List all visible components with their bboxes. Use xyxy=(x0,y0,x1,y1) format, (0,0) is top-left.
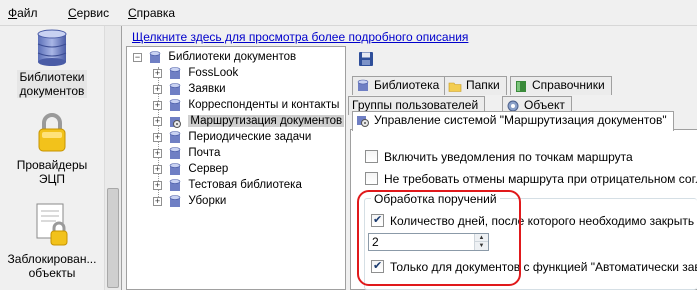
tree-node-root[interactable]: − Библиотеки документов xyxy=(133,50,296,64)
expand-icon[interactable]: + xyxy=(153,196,162,206)
tab-library[interactable]: Библиотека xyxy=(352,76,447,95)
tab-label: Группы пользователей xyxy=(352,98,479,112)
auto-complete-only-checkbox[interactable] xyxy=(371,259,384,273)
database-icon xyxy=(169,82,181,95)
nav-item-document-libraries[interactable]: Библиотеки документов xyxy=(0,28,104,98)
database-icon xyxy=(37,29,67,66)
nav-item-label: Библиотеки документов xyxy=(17,70,87,98)
tab-label: Управление системой "Маршрутизация докум… xyxy=(374,113,667,127)
tree-node-correspondents[interactable]: + Корреспонденты и контакты xyxy=(153,98,339,112)
tab-reference-books[interactable]: Справочники xyxy=(510,76,612,95)
details-link[interactable]: Щелкните здесь для просмотра более подро… xyxy=(132,30,468,44)
tree-node-label: Корреспонденты и контакты xyxy=(188,99,340,111)
expand-icon[interactable]: + xyxy=(153,148,162,158)
expand-icon[interactable]: + xyxy=(153,132,162,142)
routing-icon xyxy=(170,116,182,128)
menu-bar: Файл Сервис Справка xyxy=(0,0,697,26)
nav-item-locked-objects[interactable]: Заблокирован... объекты xyxy=(0,202,104,280)
no-cancel-route-label: Не требовать отмены маршрута при отрицат… xyxy=(384,172,697,186)
auto-complete-only-label: Только для документов с функцией "Автома… xyxy=(390,260,697,274)
database-icon xyxy=(169,98,181,111)
tree-node-label: Маршрутизация документов xyxy=(188,115,345,127)
tree-node-label: Периодические задачи xyxy=(188,131,312,143)
tree-node-label: FossLook xyxy=(188,67,239,79)
expand-icon[interactable]: + xyxy=(153,84,162,94)
nav-item-label: Провайдеры ЭЦП xyxy=(16,158,88,186)
database-icon xyxy=(169,66,181,79)
database-icon xyxy=(149,50,161,63)
expand-icon[interactable]: + xyxy=(153,116,162,126)
scrollbar-thumb[interactable] xyxy=(107,188,119,288)
tree-node-label: Тестовая библиотека xyxy=(188,179,302,191)
nav-item-label: Заблокирован... объекты xyxy=(7,252,97,280)
menu-file[interactable]: Файл xyxy=(8,6,38,20)
tab-label: Библиотека xyxy=(374,78,440,92)
database-icon xyxy=(357,79,369,91)
tab-label: Объект xyxy=(524,98,565,112)
no-cancel-route-checkbox[interactable] xyxy=(365,172,378,185)
tree-node-server[interactable]: + Сервер xyxy=(153,162,228,176)
tree-node-label: Сервер xyxy=(188,163,229,175)
book-icon xyxy=(516,80,526,92)
close-after-days-label: Количество дней, после которого необходи… xyxy=(390,214,697,228)
database-icon xyxy=(169,162,181,175)
padlock-icon xyxy=(38,113,66,152)
tree-node-routing[interactable]: + Маршрутизация документов xyxy=(153,114,345,128)
description-link-bar: Щелкните здесь для просмотра более подро… xyxy=(122,26,697,46)
tab-label: Справочники xyxy=(532,78,605,92)
tree-node-label: Почта xyxy=(188,147,221,159)
database-icon xyxy=(169,146,181,159)
tree-node-requests[interactable]: + Заявки xyxy=(153,82,226,96)
tree-node-test-library[interactable]: + Тестовая библиотека xyxy=(153,178,302,192)
database-icon xyxy=(169,178,181,191)
stepper-up-icon[interactable]: ▲ xyxy=(475,234,488,242)
database-icon xyxy=(169,194,181,207)
tree-node-mail[interactable]: + Почта xyxy=(153,146,220,160)
left-scrollbar[interactable] xyxy=(104,26,121,290)
database-icon xyxy=(169,130,181,143)
collapse-icon[interactable]: − xyxy=(133,52,142,62)
folder-icon xyxy=(448,82,462,92)
save-icon[interactable] xyxy=(358,51,374,67)
stepper-down-icon[interactable]: ▼ xyxy=(475,242,488,250)
routing-icon xyxy=(357,115,369,127)
tree-node-fosslook[interactable]: + FossLook xyxy=(153,66,238,80)
expand-icon[interactable]: + xyxy=(153,164,162,174)
locked-document-icon xyxy=(36,203,68,246)
options-area: Включить уведомления по точкам маршрута … xyxy=(351,129,697,290)
menu-service[interactable]: Сервис xyxy=(68,6,109,20)
tab-routing-management[interactable]: Управление системой "Маршрутизация докум… xyxy=(352,111,674,131)
left-nav-panel: Библиотеки документов Провайдеры ЭЦП Забло… xyxy=(0,26,122,290)
tab-label: Папки xyxy=(466,78,500,92)
days-stepper[interactable]: 2 ▲ ▼ xyxy=(368,233,489,251)
expand-icon[interactable]: + xyxy=(153,100,162,110)
expand-icon[interactable]: + xyxy=(153,180,162,190)
menu-help[interactable]: Справка xyxy=(128,6,175,20)
notify-route-points-label: Включить уведомления по точкам маршрута xyxy=(384,150,633,164)
tab-folders[interactable]: Папки xyxy=(444,76,507,95)
tree-node-label: Заявки xyxy=(188,83,226,95)
group-title: Обработка поручений xyxy=(371,192,500,206)
tree-node-periodic-tasks[interactable]: + Периодические задачи xyxy=(153,130,311,144)
nav-item-eds-providers[interactable]: Провайдеры ЭЦП xyxy=(0,112,104,186)
days-value: 2 xyxy=(372,235,379,249)
library-tree: − Библиотеки документов + FossLook + Зая… xyxy=(126,46,346,290)
close-after-days-checkbox[interactable] xyxy=(371,213,384,227)
notify-route-points-checkbox[interactable] xyxy=(365,150,378,163)
expand-icon[interactable]: + xyxy=(153,68,162,78)
tree-node-cleanups[interactable]: + Уборки xyxy=(153,194,226,208)
tree-node-label: Уборки xyxy=(188,195,227,207)
tree-node-label: Библиотеки документов xyxy=(168,51,297,63)
